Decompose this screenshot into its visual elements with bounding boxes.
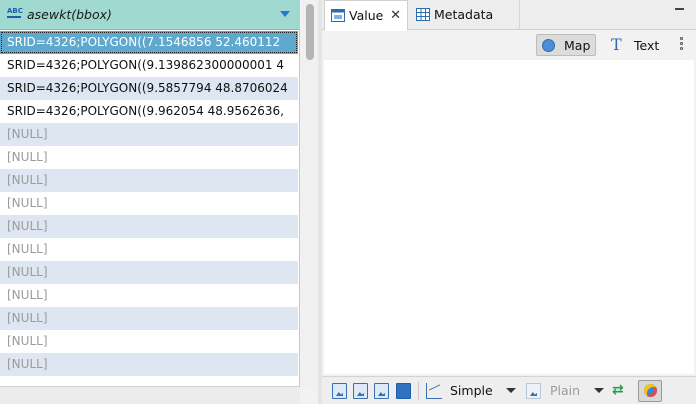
value-panel-tabbar: Value ✕ Metadata: [322, 0, 696, 31]
chevron-down-icon[interactable]: [594, 388, 604, 393]
text-view-label: Text: [634, 38, 660, 53]
viewer-toolbar: Map T Text: [322, 31, 696, 59]
grid-icon: [416, 8, 430, 21]
vertical-scrollbar[interactable]: [302, 0, 318, 386]
table-row[interactable]: SRID=4326;POLYGON((9.139862300000001 4: [0, 54, 298, 77]
text-view-button[interactable]: T Text: [608, 34, 666, 56]
grid-rows: SRID=4326;POLYGON((7.1546856 52.460112 SR…: [0, 31, 298, 376]
table-row[interactable]: [NULL]: [0, 215, 298, 238]
table-row[interactable]: SRID=4326;POLYGON((9.5857794 48.8706024: [0, 77, 298, 100]
table-row[interactable]: SRID=4326;POLYGON((7.1546856 52.460112: [0, 31, 298, 54]
plain-layer-icon: [526, 383, 541, 399]
table-row[interactable]: [NULL]: [0, 123, 298, 146]
more-options-icon[interactable]: [676, 36, 686, 54]
column-header[interactable]: ABC asewkt(bbox): [0, 0, 299, 30]
table-row[interactable]: [NULL]: [0, 192, 298, 215]
string-type-icon-underline: [7, 16, 21, 18]
table-row[interactable]: [NULL]: [0, 330, 298, 353]
scrollbar-thumb[interactable]: [306, 4, 314, 60]
tab-metadata[interactable]: Metadata: [410, 0, 520, 30]
chevron-down-icon[interactable]: [506, 388, 516, 393]
zoom-to-layer-icon[interactable]: [332, 383, 347, 399]
table-row[interactable]: SRID=4326;POLYGON((9.962054 48.9562636,: [0, 100, 298, 123]
palette-icon[interactable]: [638, 380, 662, 402]
chart-icon: [426, 383, 442, 399]
value-panel-icon: [331, 9, 345, 22]
table-row[interactable]: [NULL]: [0, 238, 298, 261]
image-icon[interactable]: [353, 383, 368, 399]
swap-icon[interactable]: ⇄: [612, 382, 624, 398]
table-row[interactable]: [NULL]: [0, 284, 298, 307]
pane-divider[interactable]: [318, 0, 322, 404]
results-grid: ABC asewkt(bbox) SRID=4326;POLYGON((7.15…: [0, 0, 300, 386]
text-icon: T: [611, 35, 622, 54]
tab-value[interactable]: Value ✕: [324, 0, 408, 31]
table-row[interactable]: [NULL]: [0, 261, 298, 284]
plain-tiles-dropdown[interactable]: Plain: [550, 383, 580, 399]
table-row[interactable]: [NULL]: [0, 169, 298, 192]
map-viewer[interactable]: [324, 60, 694, 374]
horizontal-scrollbar[interactable]: [0, 386, 300, 404]
table-row[interactable]: [NULL]: [0, 307, 298, 330]
simple-tiles-dropdown[interactable]: Simple: [450, 383, 493, 399]
globe-icon: [542, 39, 555, 52]
print-icon[interactable]: [396, 383, 411, 399]
string-type-icon: ABC: [7, 7, 23, 15]
column-header-label: asewkt(bbox): [27, 7, 112, 22]
chevron-down-icon[interactable]: [280, 11, 290, 17]
tab-value-label: Value: [349, 8, 384, 23]
minimize-icon[interactable]: [675, 8, 684, 10]
table-row[interactable]: [NULL]: [0, 146, 298, 169]
table-row[interactable]: [NULL]: [0, 353, 298, 376]
map-view-label: Map: [564, 38, 591, 53]
close-icon[interactable]: ✕: [390, 1, 401, 31]
save-image-icon[interactable]: [374, 383, 389, 399]
tab-metadata-label: Metadata: [434, 7, 494, 22]
viewer-bottom-toolbar: Simple Plain ⇄: [322, 376, 696, 404]
toolbar-separator: [418, 382, 419, 400]
map-view-button[interactable]: Map: [536, 34, 596, 56]
